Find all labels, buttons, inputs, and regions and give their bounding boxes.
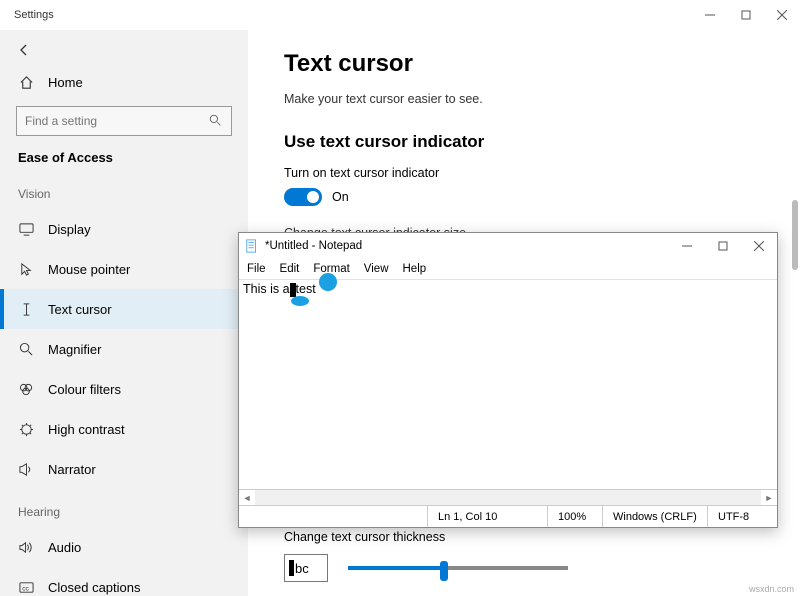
- sidebar-item-display[interactable]: Display: [0, 209, 248, 249]
- sidebar-item-colour[interactable]: Colour filters: [0, 369, 248, 409]
- search-box[interactable]: [16, 106, 232, 136]
- group-vision: Vision: [0, 179, 248, 209]
- textcursor-icon: [18, 301, 34, 317]
- notepad-title: *Untitled - Notepad: [265, 240, 362, 252]
- magnifier-icon: [18, 341, 34, 357]
- home-label: Home: [48, 75, 83, 90]
- sidebar-item-mouse[interactable]: Mouse pointer: [0, 249, 248, 289]
- scroll-right-icon[interactable]: ►: [761, 490, 777, 506]
- menu-format[interactable]: Format: [313, 263, 349, 275]
- audio-icon: [18, 539, 34, 555]
- svg-text:cc: cc: [22, 585, 29, 592]
- menu-edit[interactable]: Edit: [280, 263, 300, 275]
- cursor-indicator-icon: [319, 273, 337, 291]
- home-link[interactable]: Home: [0, 64, 248, 100]
- cursor-indicator-icon: [291, 296, 309, 306]
- sidebar-item-audio[interactable]: Audio: [0, 527, 248, 567]
- contrast-icon: [18, 421, 34, 437]
- group-hearing: Hearing: [0, 497, 248, 527]
- nav-label: Colour filters: [48, 382, 121, 397]
- nav-label: Display: [48, 222, 91, 237]
- nav-label: Magnifier: [48, 342, 101, 357]
- back-button[interactable]: [10, 36, 38, 64]
- notepad-statusbar: Ln 1, Col 10 100% Windows (CRLF) UTF-8: [239, 505, 777, 527]
- sidebar-item-captions[interactable]: cc Closed captions: [0, 567, 248, 596]
- nav-label: Audio: [48, 540, 81, 555]
- page-heading: Text cursor: [284, 50, 764, 78]
- indicator-toggle[interactable]: [284, 188, 322, 206]
- nav-label: Narrator: [48, 462, 96, 477]
- display-icon: [18, 221, 34, 237]
- nav-label: High contrast: [48, 422, 125, 437]
- np-close-button[interactable]: [741, 233, 777, 259]
- menu-view[interactable]: View: [364, 263, 389, 275]
- menu-help[interactable]: Help: [403, 263, 427, 275]
- text-before: This is a: [243, 282, 290, 296]
- mouse-icon: [18, 261, 34, 277]
- section-title: Ease of Access: [0, 146, 248, 179]
- nav-list: Vision Display Mouse pointer Text cursor…: [0, 179, 248, 596]
- search-input[interactable]: [25, 114, 209, 128]
- narrator-icon: [18, 461, 34, 477]
- nav-label: Text cursor: [48, 302, 112, 317]
- notepad-icon: [245, 239, 259, 253]
- notepad-textarea[interactable]: This is a test: [239, 279, 777, 489]
- thickness-slider[interactable]: [348, 566, 568, 570]
- home-icon: [18, 74, 34, 90]
- captions-icon: cc: [18, 579, 34, 595]
- search-icon: [209, 114, 223, 128]
- status-eol: Windows (CRLF): [602, 506, 707, 527]
- status-lncol: Ln 1, Col 10: [427, 506, 547, 527]
- minimize-button[interactable]: [692, 0, 728, 30]
- nav-label: Closed captions: [48, 580, 141, 595]
- toggle-state: On: [332, 190, 349, 204]
- settings-titlebar: Settings: [0, 0, 800, 30]
- section-heading: Use text cursor indicator: [284, 132, 764, 152]
- scroll-left-icon[interactable]: ◄: [239, 490, 255, 506]
- watermark: wsxdn.com: [749, 584, 794, 594]
- status-enc: UTF-8: [707, 506, 777, 527]
- menu-file[interactable]: File: [247, 263, 266, 275]
- toggle-caption: Turn on text cursor indicator: [284, 166, 764, 180]
- colour-icon: [18, 381, 34, 397]
- text-after: test: [296, 282, 316, 296]
- thickness-preview: bc: [284, 554, 328, 582]
- sidebar: Home Ease of Access Vision Display Mouse…: [0, 30, 248, 596]
- close-button[interactable]: [764, 0, 800, 30]
- scrollbar[interactable]: [792, 200, 798, 270]
- np-h-scrollbar[interactable]: ◄ ►: [239, 489, 777, 505]
- notepad-titlebar[interactable]: *Untitled - Notepad: [239, 233, 777, 259]
- maximize-button[interactable]: [728, 0, 764, 30]
- thickness-label: Change text cursor thickness: [284, 530, 764, 544]
- sidebar-item-textcursor[interactable]: Text cursor: [0, 289, 248, 329]
- sidebar-item-narrator[interactable]: Narrator: [0, 449, 248, 489]
- settings-title: Settings: [14, 9, 54, 21]
- status-zoom: 100%: [547, 506, 602, 527]
- notepad-menubar: File Edit Format View Help: [239, 259, 777, 279]
- sidebar-item-magnifier[interactable]: Magnifier: [0, 329, 248, 369]
- page-subtitle: Make your text cursor easier to see.: [284, 92, 764, 106]
- np-minimize-button[interactable]: [669, 233, 705, 259]
- sidebar-item-contrast[interactable]: High contrast: [0, 409, 248, 449]
- np-maximize-button[interactable]: [705, 233, 741, 259]
- notepad-window: *Untitled - Notepad File Edit Format Vie…: [238, 232, 778, 528]
- nav-label: Mouse pointer: [48, 262, 130, 277]
